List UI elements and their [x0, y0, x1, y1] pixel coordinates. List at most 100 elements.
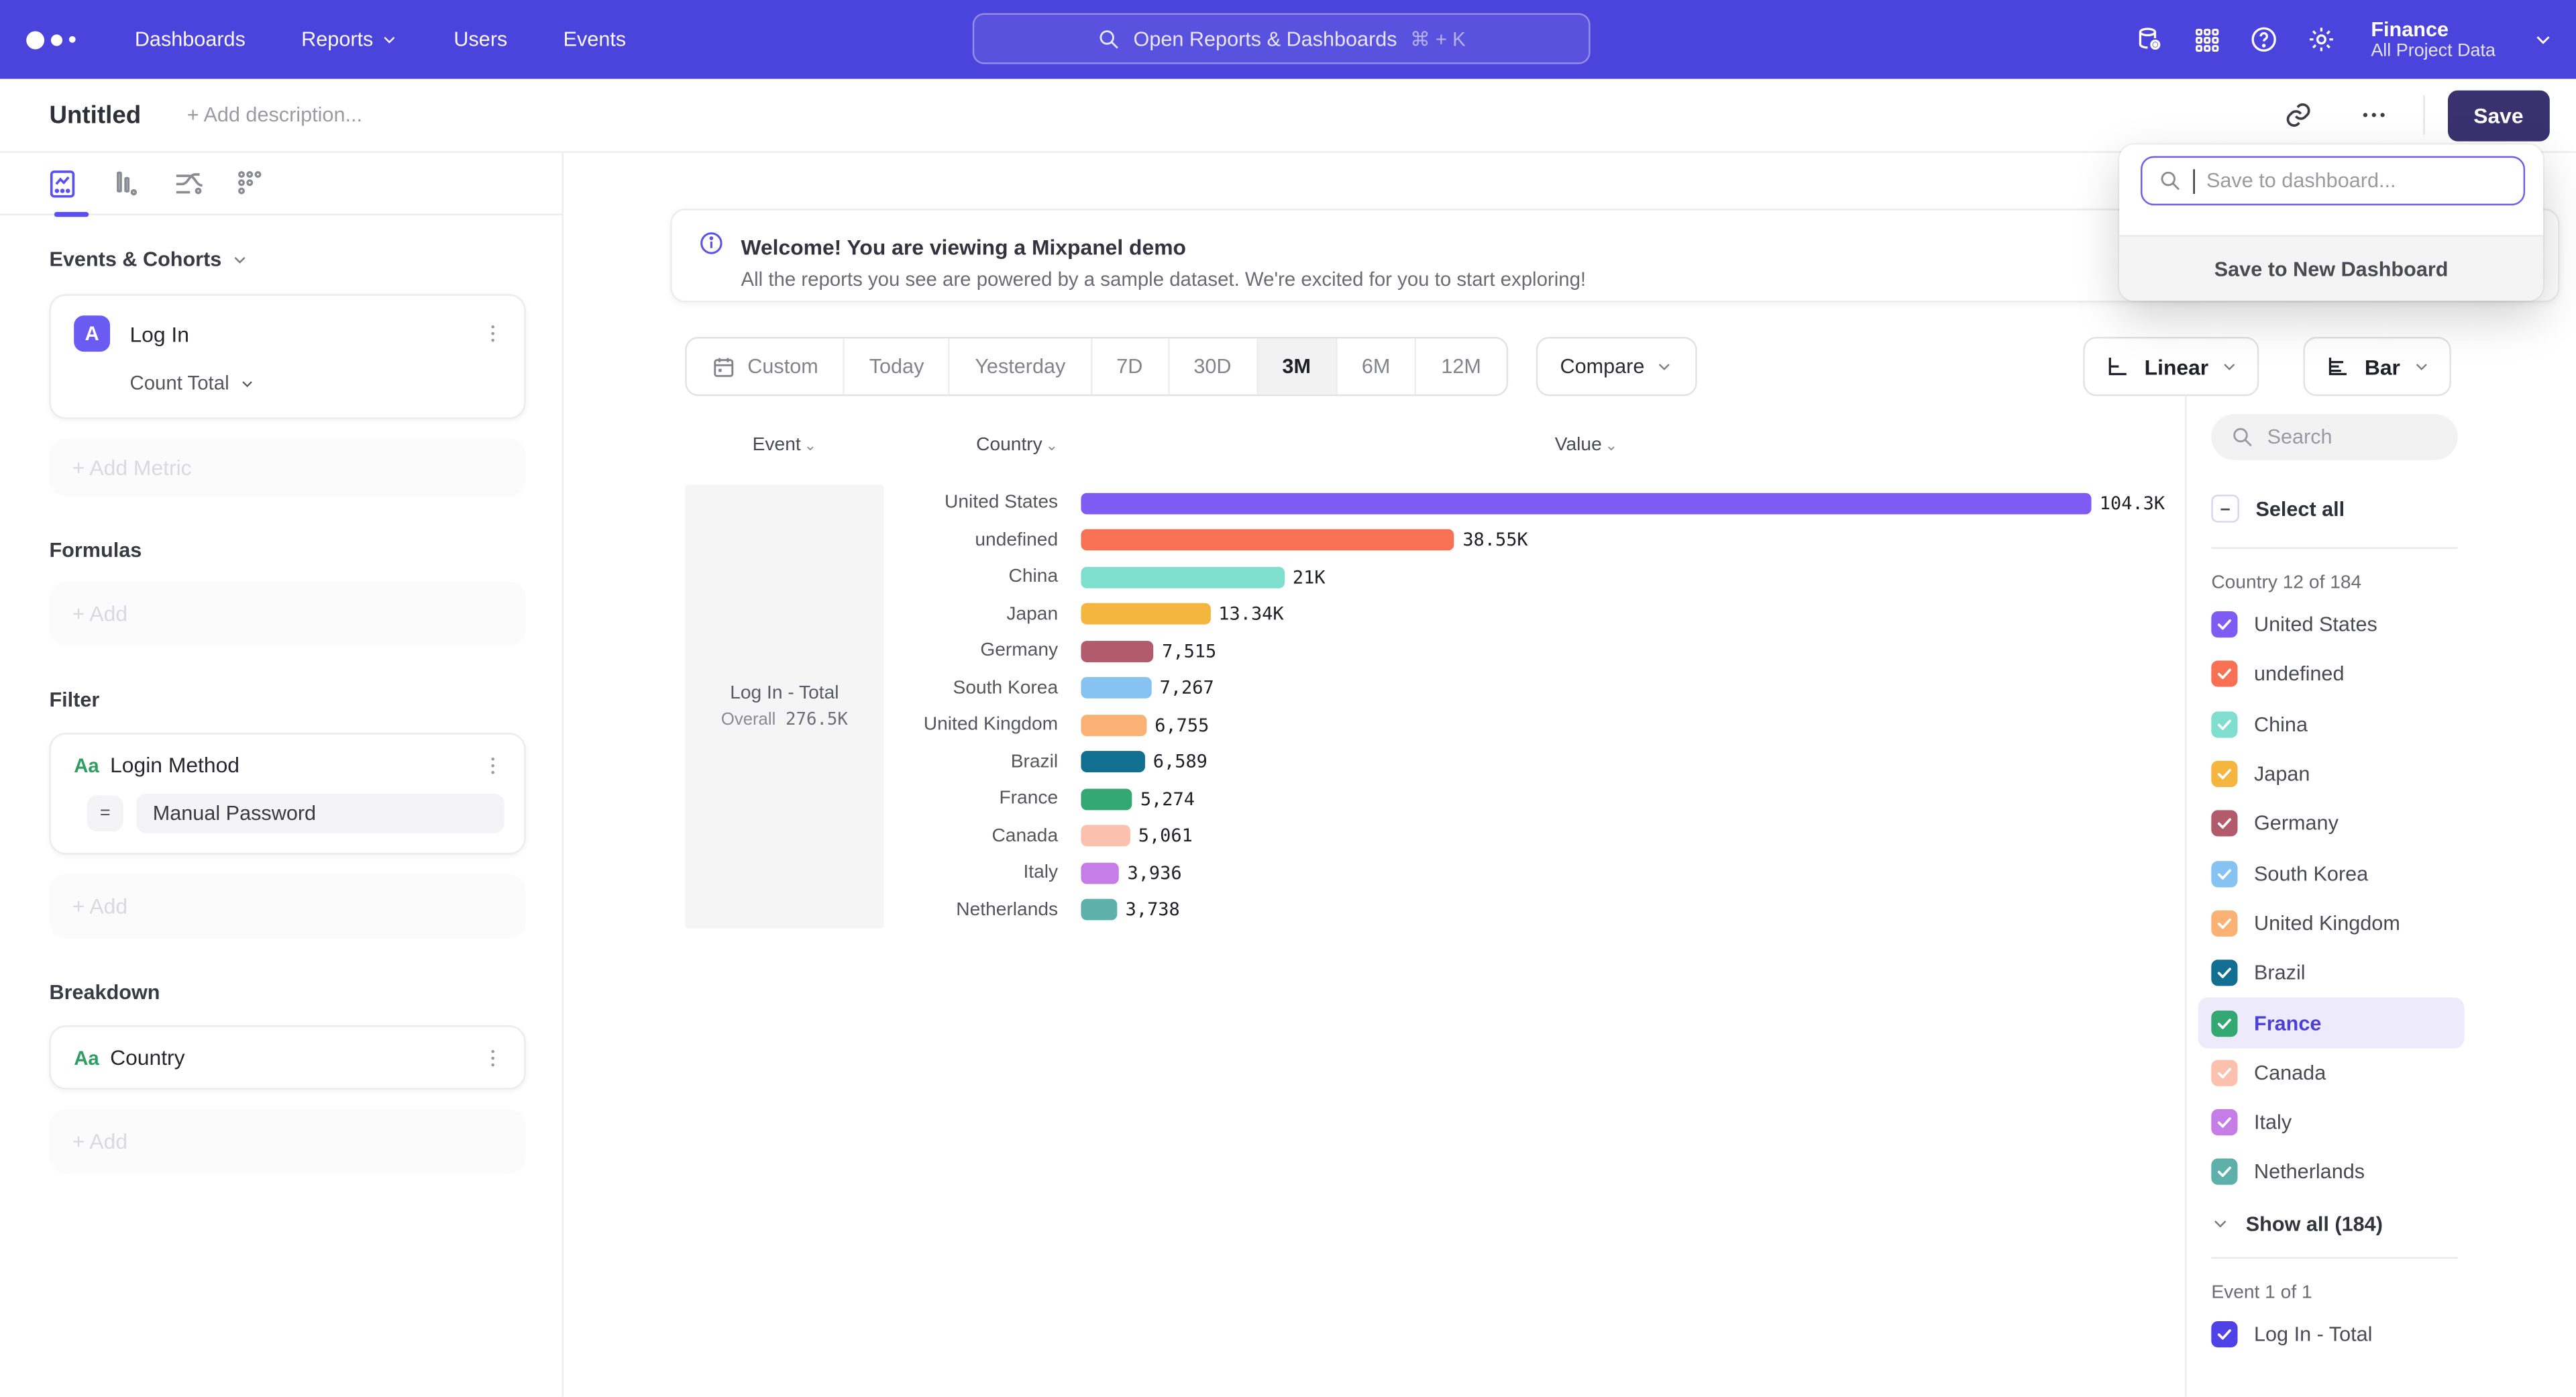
column-header-event[interactable]: Event⌄	[685, 435, 883, 455]
mixpanel-logo-icon[interactable]	[26, 30, 75, 48]
chart-bar[interactable]	[1081, 899, 1117, 921]
checkbox-checked-icon[interactable]	[2211, 611, 2237, 637]
country-item-united-states[interactable]: United States	[2198, 600, 2465, 650]
global-search-button[interactable]: Open Reports & Dashboards ⌘ + K	[973, 13, 1591, 64]
country-item-netherlands[interactable]: Netherlands	[2198, 1147, 2465, 1197]
add-formula-button[interactable]: + Add	[49, 582, 525, 646]
select-all[interactable]: – Select all	[2211, 495, 2576, 523]
legend-item-label: United States	[2254, 613, 2377, 636]
checkbox-checked-icon[interactable]	[2211, 1321, 2237, 1347]
chart-bar[interactable]	[1081, 603, 1210, 625]
country-item-canada[interactable]: Canada	[2198, 1048, 2465, 1098]
chart-bar[interactable]	[1081, 640, 1153, 662]
event-item-log-in-total[interactable]: Log In - Total	[2198, 1309, 2465, 1359]
copy-link-icon[interactable]	[2282, 99, 2314, 132]
tab-funnels[interactable]	[105, 158, 145, 207]
filter-property-name[interactable]: Login Method	[110, 753, 481, 778]
date-range-today[interactable]: Today	[845, 338, 951, 394]
breakdown-kebab-icon[interactable]	[482, 1046, 504, 1069]
checkbox-checked-icon[interactable]	[2211, 811, 2237, 837]
chart-bar[interactable]	[1081, 715, 1146, 736]
save-button[interactable]: Save	[2447, 89, 2550, 140]
apps-grid-icon[interactable]	[2192, 25, 2221, 54]
checkbox-checked-icon[interactable]	[2211, 860, 2237, 886]
tab-flows[interactable]	[168, 158, 207, 207]
filter-kebab-icon[interactable]	[482, 754, 504, 776]
checkbox-checked-icon[interactable]	[2211, 711, 2237, 737]
compare-button[interactable]: Compare	[1536, 337, 1697, 396]
nav-item-reports[interactable]: Reports	[301, 28, 398, 51]
chart-bar[interactable]	[1081, 529, 1454, 551]
chart-bar[interactable]	[1081, 825, 1130, 847]
tab-insights[interactable]	[43, 158, 83, 207]
checkbox-checked-icon[interactable]	[2211, 1159, 2237, 1186]
chart-bar[interactable]	[1081, 752, 1144, 773]
chevron-down-icon[interactable]	[2533, 30, 2553, 49]
events-cohorts-heading[interactable]: Events & Cohorts	[49, 248, 525, 271]
country-item-japan[interactable]: Japan	[2198, 749, 2465, 798]
settings-gear-icon[interactable]	[2307, 25, 2337, 54]
save-dashboard-search-input[interactable]: Save to dashboard...	[2141, 156, 2525, 205]
country-item-china[interactable]: China	[2198, 699, 2465, 749]
report-title[interactable]: Untitled	[49, 101, 141, 130]
checkbox-checked-icon[interactable]	[2211, 960, 2237, 986]
tab-retention[interactable]	[230, 158, 270, 207]
more-options-icon[interactable]	[2357, 99, 2390, 132]
column-header-country[interactable]: Country⌄	[884, 435, 1081, 455]
value-scale-button[interactable]: Linear	[2084, 337, 2259, 396]
metric-card[interactable]: A Log In Count Total	[49, 294, 525, 419]
nav-item-events[interactable]: Events	[564, 28, 627, 51]
column-header-value[interactable]: Value⌄	[1081, 435, 2091, 455]
checkbox-checked-icon[interactable]	[2211, 1010, 2237, 1036]
country-item-undefined[interactable]: undefined	[2198, 650, 2465, 699]
metric-aggregation[interactable]: Count Total	[129, 371, 504, 394]
show-all-button[interactable]: Show all (184)	[2211, 1212, 2576, 1235]
save-to-new-dashboard-button[interactable]: Save to New Dashboard	[2119, 235, 2543, 301]
filter-operator[interactable]: =	[87, 795, 123, 831]
chart-bar[interactable]	[1081, 788, 1132, 810]
date-range-7d[interactable]: 7D	[1092, 338, 1169, 394]
add-metric-button[interactable]: + Add Metric	[49, 439, 525, 497]
checkbox-checked-icon[interactable]	[2211, 1059, 2237, 1086]
country-item-united-kingdom[interactable]: United Kingdom	[2198, 898, 2465, 948]
checkbox-checked-icon[interactable]	[2211, 911, 2237, 937]
metric-kebab-icon[interactable]	[482, 322, 504, 345]
date-range-30d[interactable]: 30D	[1169, 338, 1258, 394]
breakdown-card[interactable]: Aa Country	[49, 1025, 525, 1090]
country-item-south-korea[interactable]: South Korea	[2198, 849, 2465, 898]
checkbox-checked-icon[interactable]	[2211, 1109, 2237, 1135]
add-description[interactable]: + Add description...	[187, 103, 362, 126]
nav-item-users[interactable]: Users	[453, 28, 507, 51]
date-range-yesterday[interactable]: Yesterday	[951, 338, 1092, 394]
filter-value[interactable]: Manual Password	[136, 794, 504, 833]
metric-name[interactable]: Log In	[129, 321, 481, 346]
date-range-custom[interactable]: Custom	[687, 338, 845, 394]
add-breakdown-button[interactable]: + Add	[49, 1109, 525, 1174]
date-range-3m[interactable]: 3M	[1258, 338, 1337, 394]
data-management-icon[interactable]	[2135, 25, 2164, 54]
add-filter-button[interactable]: + Add	[49, 874, 525, 939]
nav-item-dashboards[interactable]: Dashboards	[135, 28, 246, 51]
checkbox-checked-icon[interactable]	[2211, 761, 2237, 787]
help-icon[interactable]	[2249, 25, 2279, 54]
chart-type-button[interactable]: Bar	[2304, 337, 2451, 396]
project-switcher[interactable]: Finance All Project Data	[2371, 17, 2496, 62]
date-range-12m[interactable]: 12M	[1417, 338, 1506, 394]
legend-search-input[interactable]: Search	[2211, 414, 2457, 460]
country-item-brazil[interactable]: Brazil	[2198, 948, 2465, 998]
overall-value: 276.5K	[786, 710, 848, 729]
date-range-6m[interactable]: 6M	[1337, 338, 1416, 394]
select-all-checkbox[interactable]: –	[2211, 495, 2239, 523]
chart-bar[interactable]	[1081, 678, 1151, 699]
chart-bar[interactable]	[1081, 862, 1119, 884]
chart-bar[interactable]	[1081, 566, 1284, 588]
checkbox-checked-icon[interactable]	[2211, 662, 2237, 688]
country-item-italy[interactable]: Italy	[2198, 1098, 2465, 1147]
breakdown-property-name[interactable]: Country	[110, 1045, 481, 1070]
country-item-france[interactable]: France	[2198, 998, 2465, 1047]
chart-bar[interactable]	[1081, 493, 2091, 514]
formulas-heading: Formulas	[49, 539, 525, 562]
filter-card[interactable]: Aa Login Method = Manual Password	[49, 733, 525, 854]
country-item-germany[interactable]: Germany	[2198, 799, 2465, 849]
banner-subtitle: All the reports you see are powered by a…	[741, 268, 1586, 291]
